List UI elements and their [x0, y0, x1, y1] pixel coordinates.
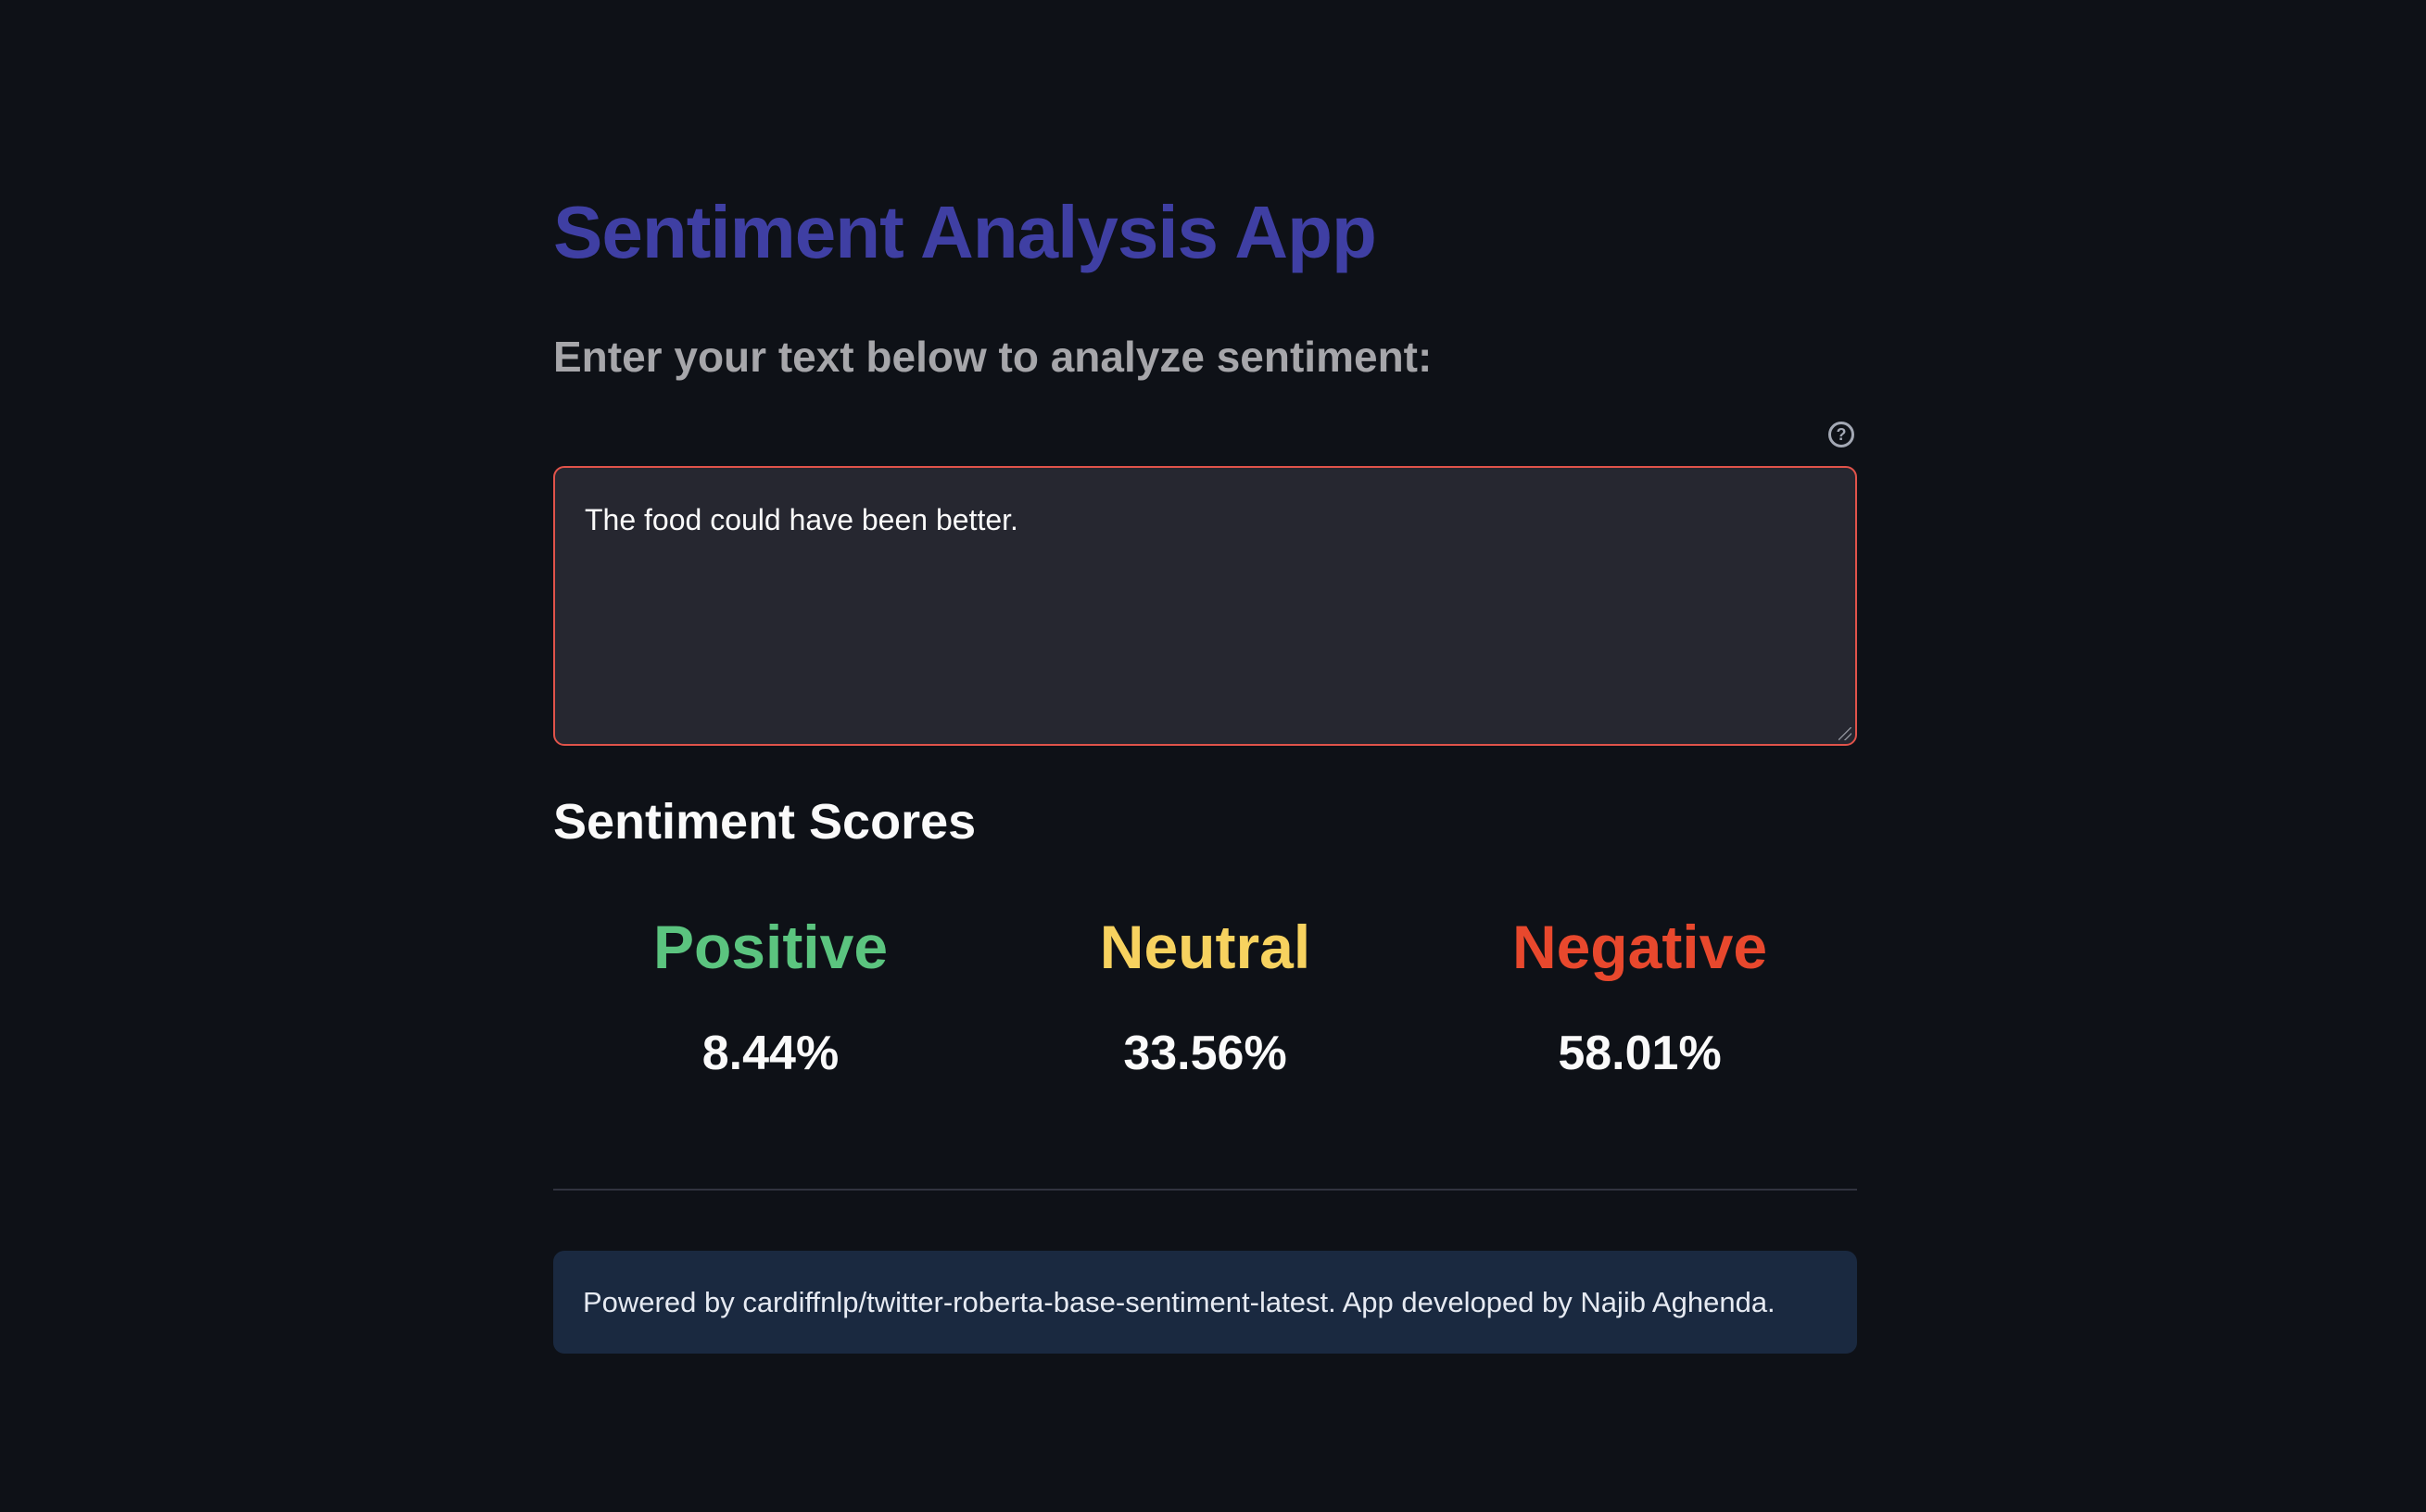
page-title: Sentiment Analysis App	[553, 191, 1377, 273]
divider	[553, 1189, 1857, 1191]
score-positive: Positive 8.44%	[553, 908, 988, 1086]
scores-heading: Sentiment Scores	[553, 794, 977, 850]
score-label-positive: Positive	[652, 913, 889, 981]
resize-grip-icon[interactable]	[1838, 727, 1851, 740]
score-value-neutral: 33.56%	[1123, 1027, 1287, 1080]
score-negative: Negative 58.01%	[1422, 908, 1857, 1086]
page-subtitle: Enter your text below to analyze sentime…	[553, 333, 1433, 381]
score-value-positive: 8.44%	[701, 1027, 840, 1080]
question-circle-icon[interactable]: ?	[1828, 422, 1854, 447]
app-page: Sentiment Analysis App Enter your text b…	[0, 0, 2426, 1512]
score-value-negative: 58.01%	[1558, 1027, 1722, 1080]
sentiment-text-input[interactable]	[555, 468, 1855, 744]
score-label-neutral: Neutral	[1099, 913, 1311, 981]
text-input-container	[553, 466, 1857, 746]
footer-info-box: Powered by cardiffnlp/twitter-roberta-ba…	[553, 1251, 1857, 1354]
footer-text: Powered by cardiffnlp/twitter-roberta-ba…	[583, 1285, 1775, 1318]
scores-row: Positive 8.44% Neutral 33.56% Negative 5…	[553, 908, 1857, 1086]
score-neutral: Neutral 33.56%	[988, 908, 1422, 1086]
score-label-negative: Negative	[1511, 913, 1768, 981]
